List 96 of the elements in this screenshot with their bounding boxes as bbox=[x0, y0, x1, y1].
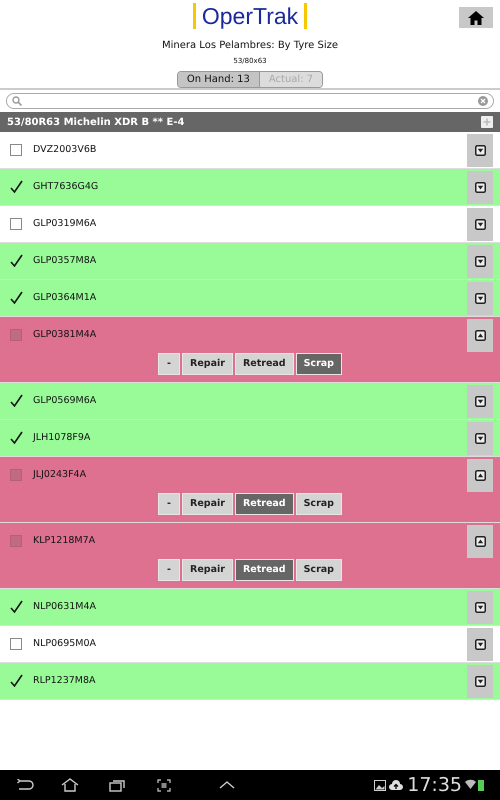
expand-icon bbox=[474, 256, 486, 266]
checkbox[interactable] bbox=[10, 329, 22, 341]
toggle-button[interactable] bbox=[467, 170, 493, 204]
home-button[interactable] bbox=[459, 7, 493, 28]
segment-tab[interactable]: On Hand: 13 bbox=[178, 72, 259, 88]
search-icon bbox=[12, 96, 22, 106]
screenshot-icon[interactable] bbox=[157, 778, 171, 792]
action-button[interactable]: Retread bbox=[234, 559, 294, 581]
tyre-row[interactable]: GLP0357M8A bbox=[0, 243, 500, 280]
collapse-icon bbox=[474, 470, 486, 480]
expand-icon bbox=[474, 396, 486, 406]
action-button[interactable]: Repair bbox=[182, 493, 233, 515]
action-button[interactable]: Repair bbox=[182, 353, 233, 375]
tyre-row[interactable]: GLP0381M4A - Repair Retread Scrap bbox=[0, 317, 500, 383]
home-icon[interactable] bbox=[61, 778, 79, 792]
action-button[interactable]: Retread bbox=[234, 353, 294, 375]
toggle-button[interactable] bbox=[467, 384, 493, 418]
checkmark-icon[interactable] bbox=[9, 290, 23, 306]
toggle-button[interactable] bbox=[467, 134, 493, 166]
logo: OperTrak bbox=[192, 3, 308, 29]
action-button[interactable]: - bbox=[158, 493, 180, 515]
toggle-button[interactable] bbox=[467, 664, 493, 698]
clock: 17:35 bbox=[407, 772, 462, 798]
tyre-row[interactable]: JLH1078F9A bbox=[0, 420, 500, 457]
tyre-row[interactable]: GLP0319M6A bbox=[0, 206, 500, 243]
checkmark-icon[interactable] bbox=[9, 253, 23, 269]
action-button[interactable]: Retread bbox=[234, 493, 294, 515]
checkmark-icon[interactable] bbox=[9, 599, 23, 615]
toggle-button[interactable] bbox=[467, 458, 493, 492]
expand-icon bbox=[474, 602, 486, 612]
expand-icon bbox=[474, 432, 486, 444]
page-title: Minera Los Pelambres: By Tyre Size bbox=[162, 39, 338, 53]
tyre-row[interactable]: RLP1237M8A bbox=[0, 663, 500, 700]
wifi-icon bbox=[465, 779, 476, 791]
tyre-serial: JLH1078F9A bbox=[33, 430, 92, 445]
picture-icon bbox=[374, 780, 386, 790]
tyre-serial: NLP0695M0A bbox=[33, 636, 98, 651]
tyre-serial: KLP1218M7A bbox=[33, 534, 96, 548]
toggle-button[interactable] bbox=[467, 422, 493, 454]
back-icon[interactable] bbox=[16, 779, 34, 791]
tyre-serial: GLP0381M4A bbox=[33, 328, 98, 342]
tyre-row[interactable]: NLP0631M4A bbox=[0, 589, 500, 626]
checkbox[interactable] bbox=[10, 469, 22, 481]
tyre-row[interactable]: KLP1218M7A - Repair Retread Scrap bbox=[0, 523, 500, 589]
tyre-row[interactable]: NLP0695M0A bbox=[0, 626, 500, 663]
caret-up-icon[interactable] bbox=[219, 781, 235, 789]
battery-icon bbox=[478, 779, 484, 791]
tyre-serial: GLP0364M1A bbox=[33, 290, 98, 305]
checkbox[interactable] bbox=[10, 638, 22, 650]
tyre-serial: NLP0631M4A bbox=[33, 600, 98, 614]
checkbox[interactable] bbox=[10, 535, 22, 547]
home-icon bbox=[468, 10, 484, 24]
recent-apps-icon[interactable] bbox=[109, 778, 125, 792]
expand-icon bbox=[474, 144, 486, 156]
action-button[interactable]: Scrap bbox=[296, 493, 342, 515]
toggle-button[interactable] bbox=[467, 282, 493, 314]
action-button[interactable]: - bbox=[158, 559, 180, 581]
expand-icon bbox=[474, 638, 486, 650]
tyre-serial: DVZ2003V6B bbox=[33, 142, 98, 157]
action-button[interactable]: Scrap bbox=[296, 559, 342, 581]
tyre-row[interactable]: DVZ2003V6B bbox=[0, 132, 500, 169]
tyre-serial: GLP0319M6A bbox=[33, 216, 98, 231]
toggle-button[interactable] bbox=[467, 628, 493, 660]
action-button[interactable]: Repair bbox=[182, 559, 233, 581]
tyre-serial: GHT7636G4G bbox=[33, 180, 100, 194]
expand-icon bbox=[474, 182, 486, 192]
search-field[interactable] bbox=[6, 93, 494, 109]
tyre-serial: RLP1237M8A bbox=[33, 674, 97, 688]
action-button[interactable]: - bbox=[158, 353, 180, 375]
group-title: 53/80R63 Michelin XDR B ** E-4 bbox=[7, 116, 184, 130]
checkmark-icon[interactable] bbox=[9, 393, 23, 409]
checkbox[interactable] bbox=[10, 218, 22, 230]
toggle-button[interactable] bbox=[467, 244, 493, 278]
tyre-serial: JLJ0243F4A bbox=[33, 468, 88, 482]
expand-icon bbox=[474, 292, 486, 304]
checkbox[interactable] bbox=[10, 144, 22, 156]
toggle-button[interactable] bbox=[467, 208, 493, 240]
tyre-serial: GLP0357M8A bbox=[33, 254, 98, 268]
toggle-button[interactable] bbox=[467, 590, 493, 624]
toggle-button[interactable] bbox=[467, 318, 493, 352]
collapse-icon bbox=[474, 536, 486, 546]
tyre-row[interactable]: GLP0569M6A bbox=[0, 383, 500, 420]
expand-icon bbox=[474, 676, 486, 686]
collapse-icon bbox=[474, 330, 486, 340]
tyre-row[interactable]: GLP0364M1A bbox=[0, 280, 500, 317]
checkmark-icon[interactable] bbox=[9, 430, 23, 446]
cloud-upload-icon bbox=[389, 780, 404, 790]
tyre-row[interactable]: GHT7636G4G bbox=[0, 169, 500, 206]
checkmark-icon[interactable] bbox=[9, 673, 23, 689]
checkmark-icon[interactable] bbox=[9, 179, 23, 195]
action-button[interactable]: Scrap bbox=[296, 353, 342, 375]
clear-icon bbox=[478, 96, 488, 106]
tyre-row[interactable]: JLJ0243F4A - Repair Retread Scrap bbox=[0, 457, 500, 523]
toggle-button[interactable] bbox=[467, 524, 493, 558]
tyre-serial: GLP0569M6A bbox=[33, 394, 98, 408]
expand-icon bbox=[474, 218, 486, 230]
